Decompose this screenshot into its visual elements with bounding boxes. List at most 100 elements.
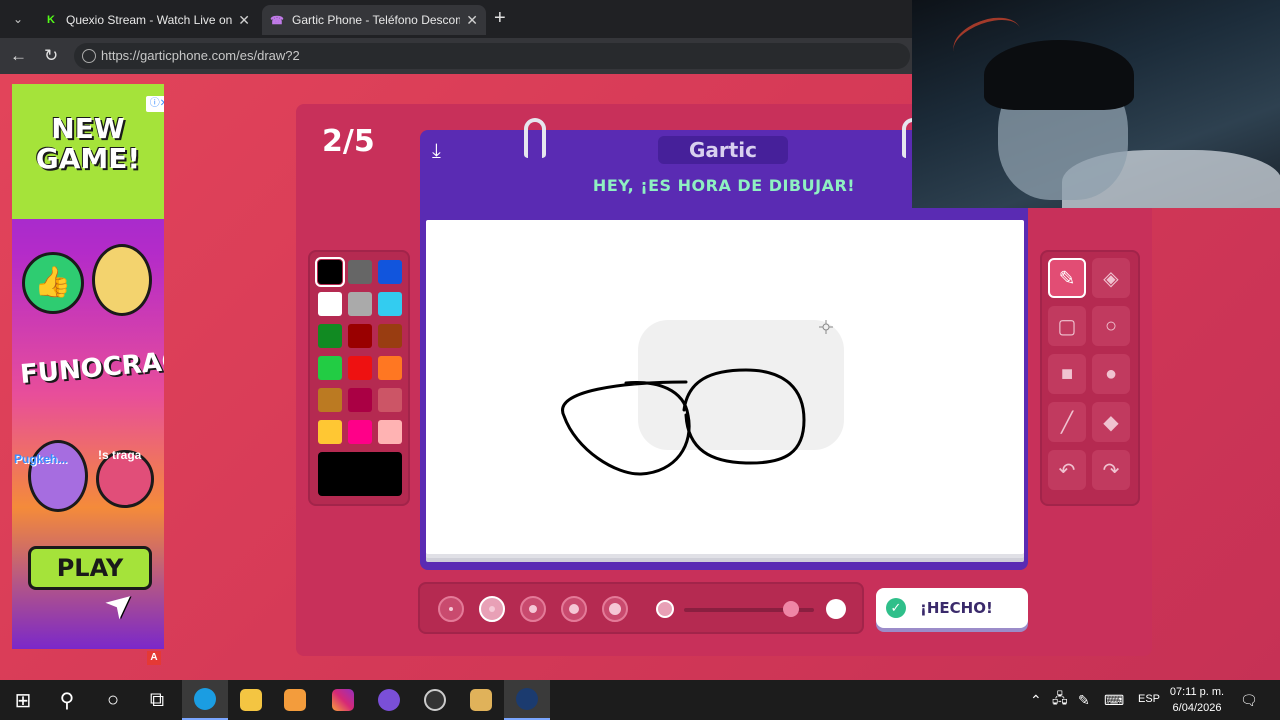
edge-icon[interactable]: [182, 680, 228, 720]
opacity-slider-knob[interactable]: [782, 601, 799, 617]
brush-controls: [418, 582, 864, 634]
language-indicator[interactable]: ESP: [1138, 693, 1160, 705]
tab-search-chevron-icon[interactable]: ⌄: [6, 7, 30, 31]
site-info-icon[interactable]: [82, 49, 96, 63]
url-field[interactable]: https://garticphone.com/es/draw?2: [74, 43, 910, 69]
brush-size-button[interactable]: [602, 596, 628, 622]
tab-title: Gartic Phone - Teléfono Descompu: [292, 13, 461, 27]
gartic-phone-icon: ☎: [270, 14, 284, 27]
tab-kick[interactable]: K Quexio Stream - Watch Live on Kic ✕: [36, 5, 258, 35]
color-swatch[interactable]: [315, 257, 345, 287]
advertisement[interactable]: ⓘ✕ NEW GAME! 👍 FUNOCRACY Pugkeh... !s tr…: [12, 84, 164, 649]
color-swatch[interactable]: [348, 388, 372, 412]
character-face-icon: [28, 440, 88, 512]
brush-size-dot: [529, 605, 537, 613]
round-counter: 2/5: [322, 124, 375, 159]
back-icon[interactable]: ←: [10, 46, 27, 66]
ad-player-tag: !s traga: [98, 448, 142, 462]
color-swatch[interactable]: [378, 420, 402, 444]
circle-outline-icon[interactable]: ○: [1092, 306, 1130, 346]
undo-icon[interactable]: ↶: [1048, 450, 1086, 490]
bucket-icon[interactable]: ◆: [1092, 402, 1130, 442]
reload-icon[interactable]: ↻: [44, 46, 58, 66]
game-icon[interactable]: [458, 680, 504, 720]
webcam-overlay: [912, 0, 1280, 208]
address-bar-row: ← ↻ https://garticphone.com/es/draw?2: [0, 38, 912, 74]
ad-logo: FUNOCRACY: [18, 344, 164, 391]
color-swatch[interactable]: [378, 324, 402, 348]
cortana-icon[interactable]: ○: [90, 680, 136, 720]
file-explorer-icon[interactable]: [228, 680, 274, 720]
color-swatch[interactable]: [348, 356, 372, 380]
download-icon[interactable]: ⤓: [432, 140, 441, 163]
tool-panel: ✎ ◈ ▢ ○ ■ ● ╱ ◆ ↶ ↷: [1040, 250, 1140, 506]
current-color-preview: [318, 452, 402, 496]
tab-title: Quexio Stream - Watch Live on Kic: [66, 13, 233, 27]
pen-tray-icon[interactable]: ✎: [1078, 680, 1090, 720]
new-tab-icon[interactable]: +: [494, 7, 506, 30]
ad-headline: NEW GAME!: [35, 112, 141, 175]
watermark-logo: [638, 320, 844, 450]
gartic-logo: Gartic: [658, 136, 788, 164]
brush-size-button[interactable]: [520, 596, 546, 622]
done-label: ¡HECHO!: [920, 599, 993, 617]
color-swatch[interactable]: [348, 420, 372, 444]
binder-ring: [524, 118, 546, 158]
drawing-canvas[interactable]: [426, 220, 1024, 554]
close-tab-icon[interactable]: ✕: [466, 12, 478, 29]
done-button[interactable]: ✓ ¡HECHO!: [876, 588, 1028, 628]
color-swatch[interactable]: [348, 292, 372, 316]
search-icon[interactable]: ⚲: [44, 680, 90, 720]
clock-date: 6/04/2026: [1172, 702, 1222, 714]
adchoices-badge[interactable]: A: [147, 651, 161, 665]
ad-info-icon[interactable]: ⓘ✕: [146, 96, 164, 112]
color-swatch[interactable]: [378, 388, 402, 412]
color-swatch[interactable]: [318, 324, 342, 348]
color-swatch[interactable]: [348, 260, 372, 284]
chat-app-icon[interactable]: [366, 680, 412, 720]
brush-size-button[interactable]: [561, 596, 587, 622]
eraser-icon[interactable]: ◈: [1092, 258, 1130, 298]
color-swatch[interactable]: [318, 388, 342, 412]
clock-app-icon[interactable]: [412, 680, 458, 720]
color-swatch[interactable]: [378, 356, 402, 380]
task-view-icon[interactable]: ⧉: [134, 680, 180, 720]
character-face-icon: [92, 244, 152, 316]
windows-start-icon[interactable]: ⊞: [0, 680, 46, 720]
clock-time: 07:11 p. m.: [1169, 686, 1225, 698]
tray-overflow-icon[interactable]: ⌃: [1030, 680, 1042, 720]
color-swatch[interactable]: [318, 292, 342, 316]
close-tab-icon[interactable]: ✕: [238, 12, 250, 29]
notification-icon[interactable]: 🗨: [1240, 680, 1258, 720]
redo-icon[interactable]: ↷: [1092, 450, 1130, 490]
line-icon[interactable]: ╱: [1048, 402, 1086, 442]
color-swatch[interactable]: [318, 420, 342, 444]
network-icon[interactable]: 🖧: [1052, 680, 1068, 720]
canvas-drawing: [561, 320, 844, 476]
opacity-max-icon: [826, 599, 846, 619]
ad-play-button[interactable]: PLAY: [28, 546, 152, 590]
brush-size-button[interactable]: [479, 596, 505, 622]
rectangle-fill-icon[interactable]: ■: [1048, 354, 1086, 394]
brush-size-button[interactable]: [438, 596, 464, 622]
brush-size-dot: [569, 604, 579, 614]
circle-fill-icon[interactable]: ●: [1092, 354, 1130, 394]
streamer-hair: [984, 40, 1134, 110]
color-swatch[interactable]: [318, 356, 342, 380]
color-swatch[interactable]: [348, 324, 372, 348]
pen-icon[interactable]: ✎: [1048, 258, 1086, 298]
color-swatch[interactable]: [378, 292, 402, 316]
media-player-icon[interactable]: [272, 680, 318, 720]
color-swatch[interactable]: [378, 260, 402, 284]
steam-icon[interactable]: [504, 680, 550, 720]
instagram-icon[interactable]: [320, 680, 366, 720]
brush-size-dot: [489, 606, 495, 612]
system-clock[interactable]: 07:11 p. m. 6/04/2026: [1164, 684, 1230, 716]
thumbs-up-icon: 👍: [22, 252, 84, 314]
ad-player-tag: Pugkeh...: [14, 452, 68, 466]
check-icon: ✓: [886, 598, 906, 618]
opacity-min-icon: [656, 600, 674, 618]
tab-gartic[interactable]: ☎ Gartic Phone - Teléfono Descompu ✕: [262, 5, 486, 35]
keyboard-icon[interactable]: ⌨: [1104, 680, 1124, 720]
rectangle-outline-icon[interactable]: ▢: [1048, 306, 1086, 346]
